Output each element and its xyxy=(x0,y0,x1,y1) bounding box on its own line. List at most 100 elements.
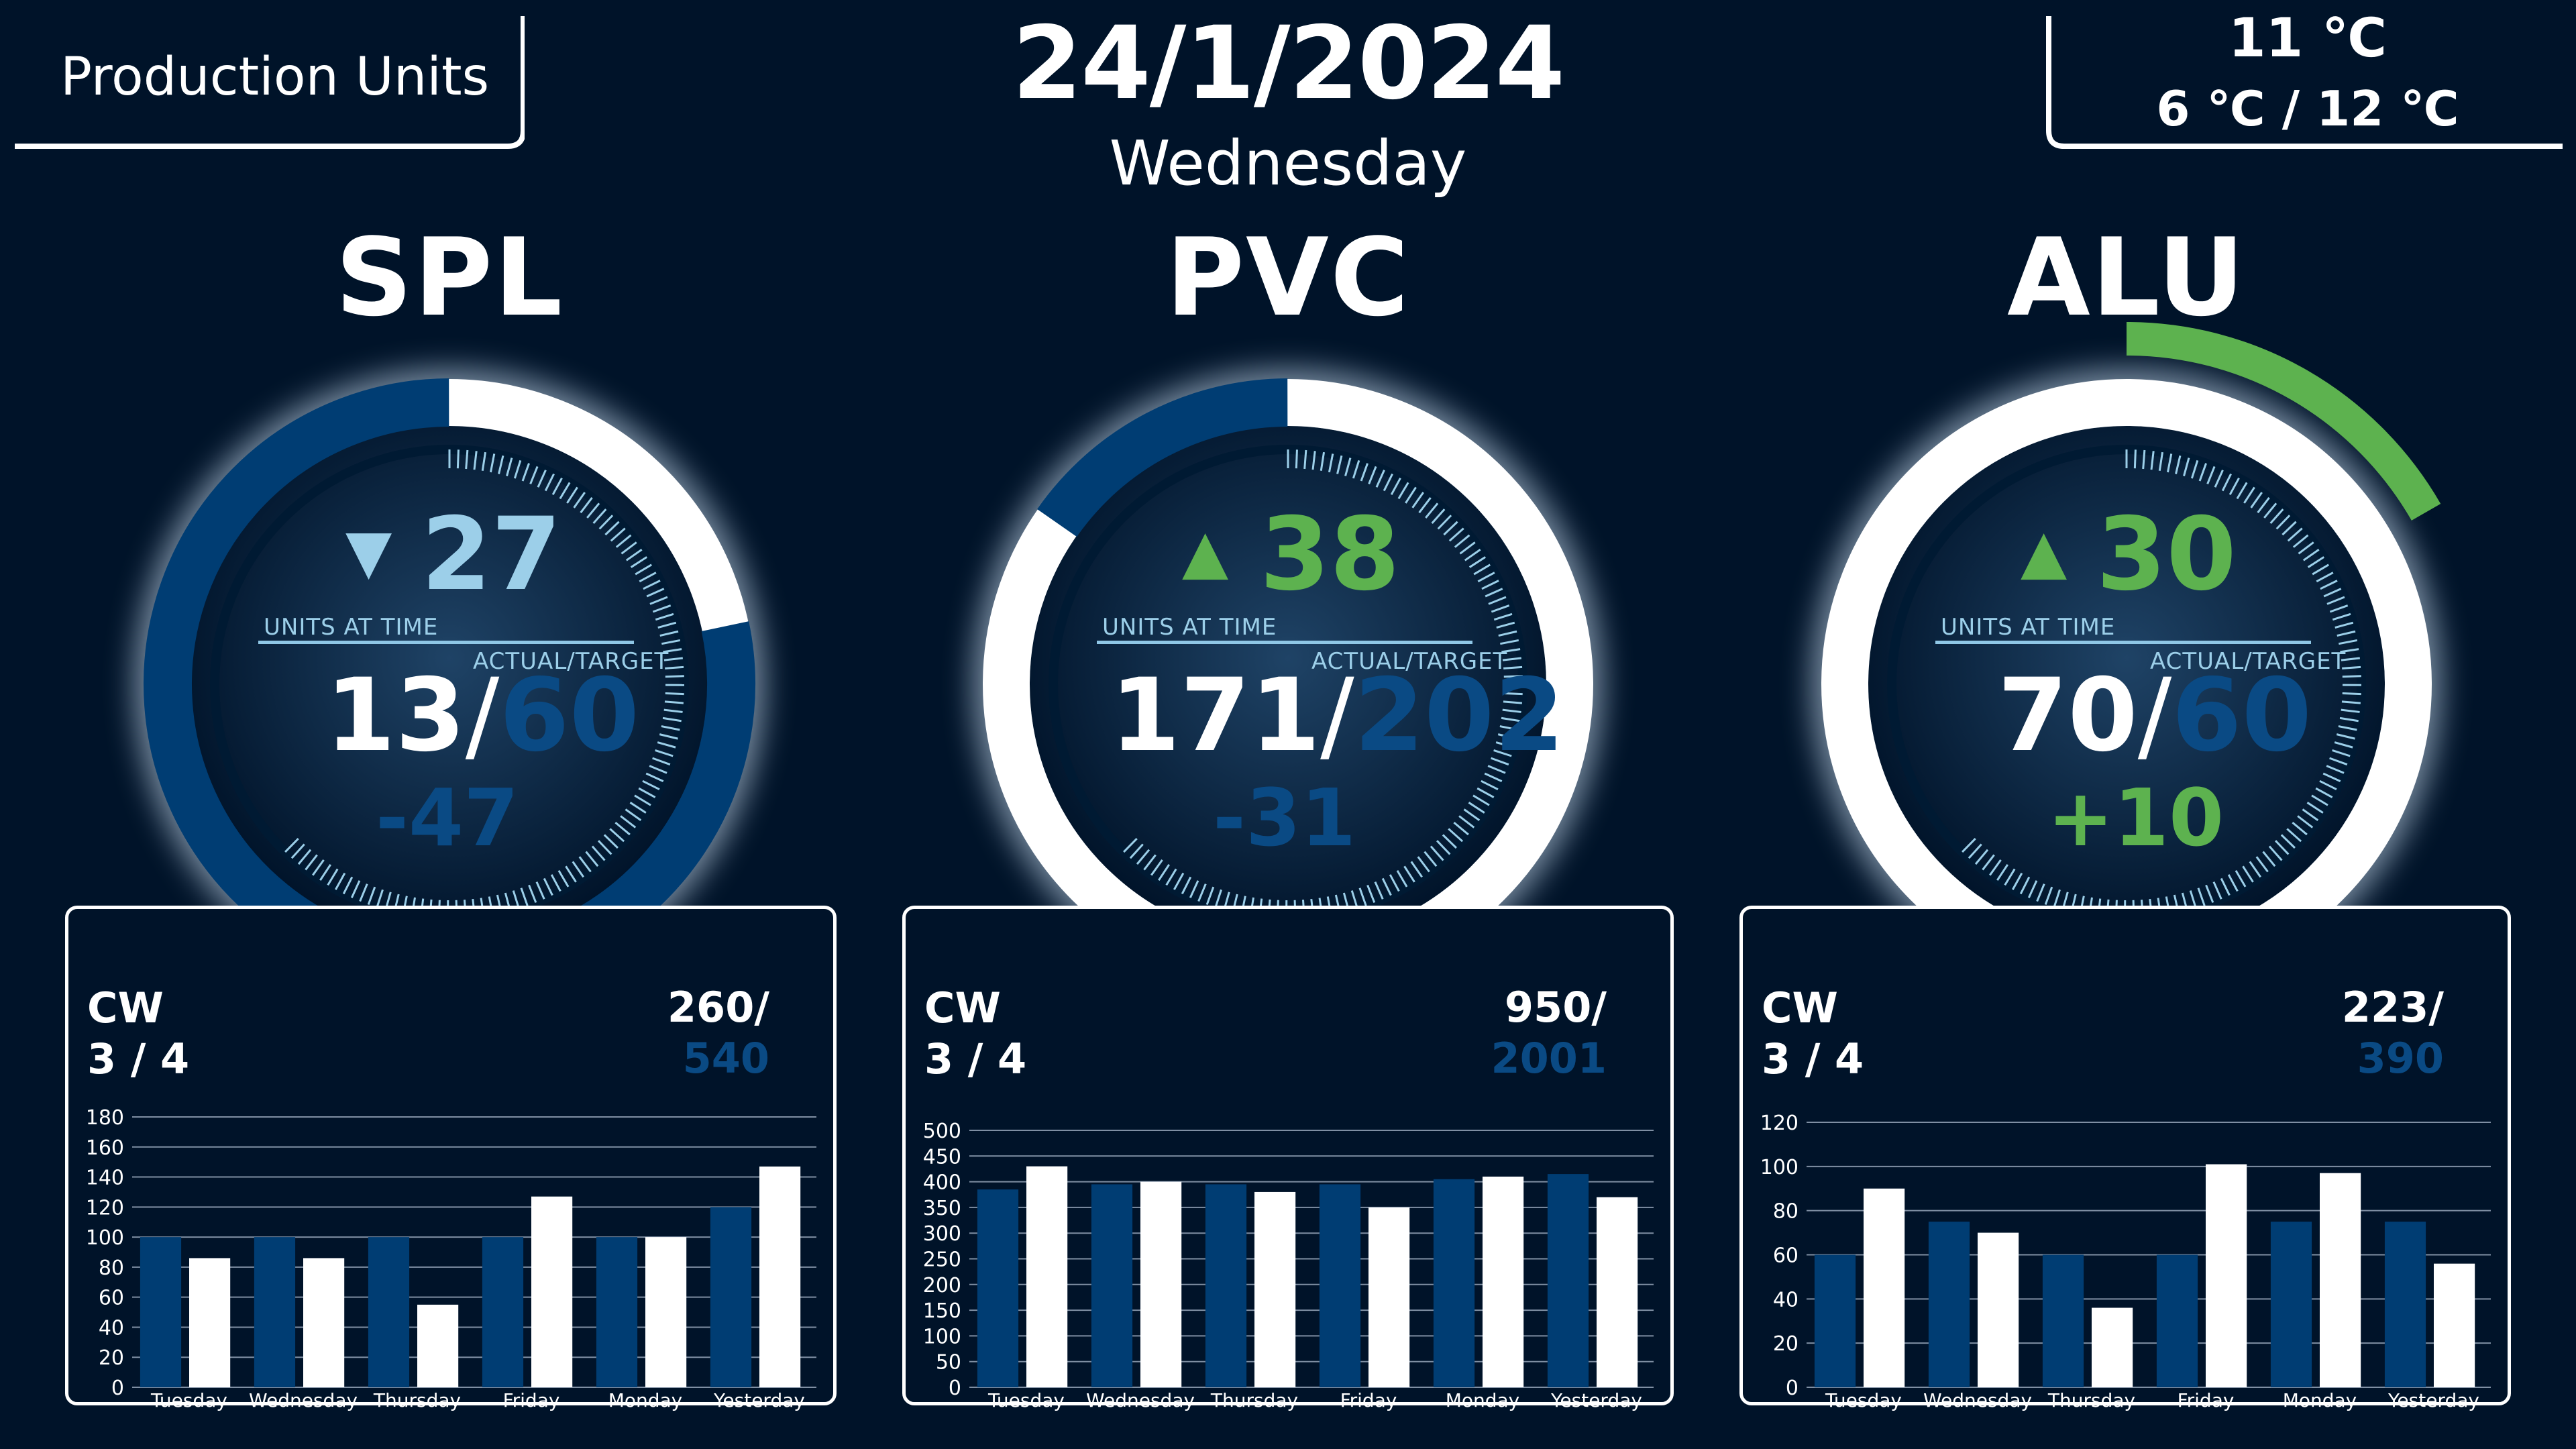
x-tick-label: Tuesday xyxy=(1825,1389,1902,1411)
x-tick-label: Wednesday xyxy=(1923,1389,2032,1411)
temperature-range: 6 ℃ / 12 ℃ xyxy=(2156,80,2459,137)
actual-value: 70 xyxy=(1998,657,2138,774)
y-tick-label: 80 xyxy=(1773,1200,1799,1224)
x-tick-label: Thursday xyxy=(2047,1389,2135,1411)
actual-target-value: 171/202 xyxy=(1110,657,1564,774)
y-tick-label: 100 xyxy=(86,1226,124,1250)
x-tick-label: Friday xyxy=(503,1389,560,1411)
y-tick-label: 250 xyxy=(923,1248,961,1272)
units-at-time-value: 30 xyxy=(2096,496,2237,613)
bar-actual xyxy=(1368,1207,1410,1387)
y-tick-label: 500 xyxy=(923,1120,961,1143)
dashboard-title: Production Units xyxy=(60,47,490,107)
weekly-panel-spl: CW 3 / 4 260/ 540 0 20 40 60 80 100 120 140 160 18… xyxy=(65,906,837,1411)
bar-target xyxy=(140,1237,182,1387)
bar-target xyxy=(2384,1222,2426,1387)
difference-value: -31 xyxy=(1213,771,1356,864)
y-tick-label: 350 xyxy=(923,1197,961,1220)
weekly-panel-alu: CW 3 / 4 223/ 390 0 20 40 60 80 100 120 Tuesday W… xyxy=(1739,906,2511,1411)
units-at-time-label: UNITS AT TIME xyxy=(264,614,439,641)
bar-target xyxy=(2156,1254,2198,1387)
bar-actual xyxy=(1254,1191,1296,1387)
weekly-panel-pvc: CW 3 / 4 950/ 2001 0 50 100 150 200 250 300 350 4… xyxy=(902,906,1674,1411)
y-tick-label: 150 xyxy=(923,1299,961,1323)
y-tick-label: 0 xyxy=(1786,1377,1799,1400)
bar-target xyxy=(1091,1184,1133,1387)
bar-target xyxy=(2042,1254,2084,1387)
slash: / xyxy=(1320,657,1354,774)
bar-target xyxy=(1814,1254,1856,1387)
bar-actual xyxy=(759,1166,801,1387)
unit-title-alu: ALU xyxy=(2007,215,2246,340)
trend-up-icon: ▲ xyxy=(2021,517,2068,587)
bar-actual xyxy=(303,1258,345,1387)
actual-target-value: 70/60 xyxy=(1998,657,2312,774)
bar-target xyxy=(482,1237,524,1387)
trend-down-icon: ▼ xyxy=(345,517,392,587)
bar-actual xyxy=(417,1304,459,1387)
bar-actual xyxy=(1597,1197,1638,1387)
x-tick-label: Tuesday xyxy=(987,1389,1065,1411)
x-tick-label: Yesterday xyxy=(713,1389,805,1411)
y-tick-label: 450 xyxy=(923,1145,961,1169)
slash: / xyxy=(465,657,500,774)
unit-title-pvc: PVC xyxy=(1165,215,1411,340)
bar-target xyxy=(710,1207,752,1387)
bar-actual xyxy=(2092,1307,2133,1387)
difference-value: +10 xyxy=(2047,771,2224,864)
y-tick-label: 120 xyxy=(86,1196,124,1220)
y-tick-label: 140 xyxy=(86,1167,124,1190)
x-tick-label: Wednesday xyxy=(249,1389,358,1411)
x-tick-label: Yesterday xyxy=(1550,1389,1642,1411)
bar-target xyxy=(596,1237,638,1387)
x-tick-label: Tuesday xyxy=(150,1389,227,1411)
y-tick-label: 160 xyxy=(86,1136,124,1160)
bar-actual xyxy=(645,1237,687,1387)
bar-actual xyxy=(2206,1164,2247,1387)
y-tick-label: 40 xyxy=(1773,1288,1799,1311)
bar-target xyxy=(368,1237,410,1387)
y-tick-label: 120 xyxy=(1760,1112,1799,1135)
y-tick-label: 100 xyxy=(923,1325,961,1348)
units-at-time-label: UNITS AT TIME xyxy=(1941,614,2116,641)
y-tick-label: 60 xyxy=(99,1287,124,1310)
units-at-time-value: 27 xyxy=(421,496,561,613)
y-tick-label: 80 xyxy=(99,1256,124,1280)
daily-bar-chart: 0 20 40 60 80 100 120 Tuesday Wednesday Thursday F… xyxy=(1760,1112,2491,1411)
trend-up-icon: ▲ xyxy=(1182,517,1229,587)
y-tick-label: 100 xyxy=(1760,1156,1799,1179)
divider-line xyxy=(258,641,634,644)
y-tick-label: 40 xyxy=(99,1316,124,1340)
current-date: 24/1/2024 xyxy=(1012,5,1565,122)
bar-actual xyxy=(1978,1232,2019,1387)
divider-line xyxy=(1935,641,2311,644)
bar-target xyxy=(254,1237,296,1387)
target-value: 60 xyxy=(2171,657,2312,774)
y-tick-label: 60 xyxy=(1773,1244,1799,1268)
actual-value: 13 xyxy=(325,657,466,774)
y-tick-label: 0 xyxy=(111,1377,124,1400)
x-tick-label: Friday xyxy=(1340,1389,1397,1411)
y-tick-label: 20 xyxy=(99,1346,124,1370)
x-tick-label: Monday xyxy=(608,1389,683,1411)
daily-bar-chart: 050 100150200250300350400450500 Tuesday Wed… xyxy=(923,1120,1654,1411)
current-weekday: Wednesday xyxy=(1109,127,1467,199)
x-tick-label: Friday xyxy=(2178,1389,2235,1411)
bar-target xyxy=(1928,1222,1970,1387)
divider-line xyxy=(1097,641,1472,644)
daily-bar-chart: 0 20 40 60 80 100 120 140 160 180 Tuesday Wednesday… xyxy=(86,1106,816,1411)
x-tick-label: Yesterday xyxy=(2387,1389,2479,1411)
x-tick-label: Thursday xyxy=(373,1389,461,1411)
bar-actual xyxy=(1483,1176,1524,1387)
y-tick-label: 50 xyxy=(936,1351,961,1375)
units-at-time-value: 38 xyxy=(1260,496,1400,613)
bar-actual xyxy=(1864,1188,1905,1387)
current-temperature: 11 ℃ xyxy=(2228,7,2387,69)
y-tick-label: 200 xyxy=(923,1274,961,1297)
actual-target-value: 13/60 xyxy=(325,657,639,774)
unit-title-spl: SPL xyxy=(335,215,564,340)
x-tick-label: Thursday xyxy=(1210,1389,1298,1411)
y-tick-label: 400 xyxy=(923,1171,961,1195)
x-tick-label: Monday xyxy=(2283,1389,2357,1411)
y-tick-label: 180 xyxy=(86,1106,124,1130)
